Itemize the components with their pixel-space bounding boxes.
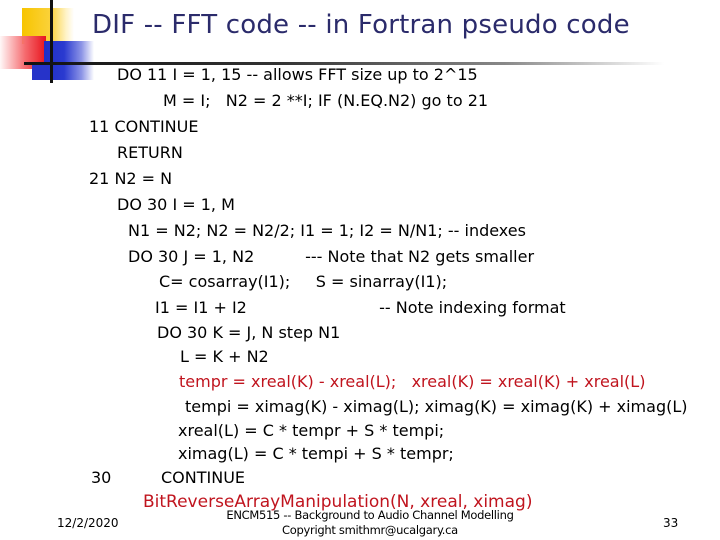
code-line-label: 30 — [91, 468, 112, 487]
code-line: CONTINUE — [161, 468, 246, 487]
code-line: DO 30 J = 1, N2 --- Note that N2 gets sm… — [128, 247, 535, 266]
code-line: L = K + N2 — [180, 347, 269, 366]
code-line: N1 = N2; N2 = N2/2; I1 = 1; I2 = N/N1; -… — [128, 221, 526, 240]
code-line: C= cosarray(I1); S = sinarray(I1); — [159, 272, 448, 291]
code-line: tempi = ximag(K) - ximag(L); ximag(K) = … — [185, 397, 688, 416]
code-line: ximag(L) = C * tempi + S * tempr; — [178, 444, 454, 463]
code-line: 21 N2 = N — [89, 169, 173, 188]
footer-course: ENCM515 -- Background to Audio Channel M… — [226, 508, 514, 522]
code-line: RETURN — [117, 143, 183, 162]
slide-number: 33 — [663, 516, 679, 530]
footer-date: 12/2/2020 — [57, 516, 119, 530]
code-line: DO 11 I = 1, 15 -- allows FFT size up to… — [117, 65, 478, 84]
code-line: 11 CONTINUE — [89, 117, 199, 136]
slide-title: DIF -- FFT code -- in Fortran pseudo cod… — [92, 10, 630, 40]
footer-center: ENCM515 -- Background to Audio Channel M… — [190, 508, 550, 538]
code-line: M = I; N2 = 2 **I; IF (N.EQ.N2) go to 21 — [163, 91, 489, 110]
code-line: DO 30 K = J, N step N1 — [157, 323, 341, 342]
decoration-vertical-rule — [50, 0, 53, 83]
footer-copyright: Copyright smithmr@ucalgary.ca — [282, 523, 458, 537]
code-line-highlighted: tempr = xreal(K) - xreal(L); xreal(K) = … — [179, 372, 646, 391]
decoration-blue-square-lower — [32, 63, 52, 80]
code-line: I1 = I1 + I2 -- Note indexing format — [155, 298, 566, 317]
code-line: DO 30 I = 1, M — [117, 195, 235, 214]
code-line: xreal(L) = C * tempr + S * tempi; — [178, 421, 445, 440]
